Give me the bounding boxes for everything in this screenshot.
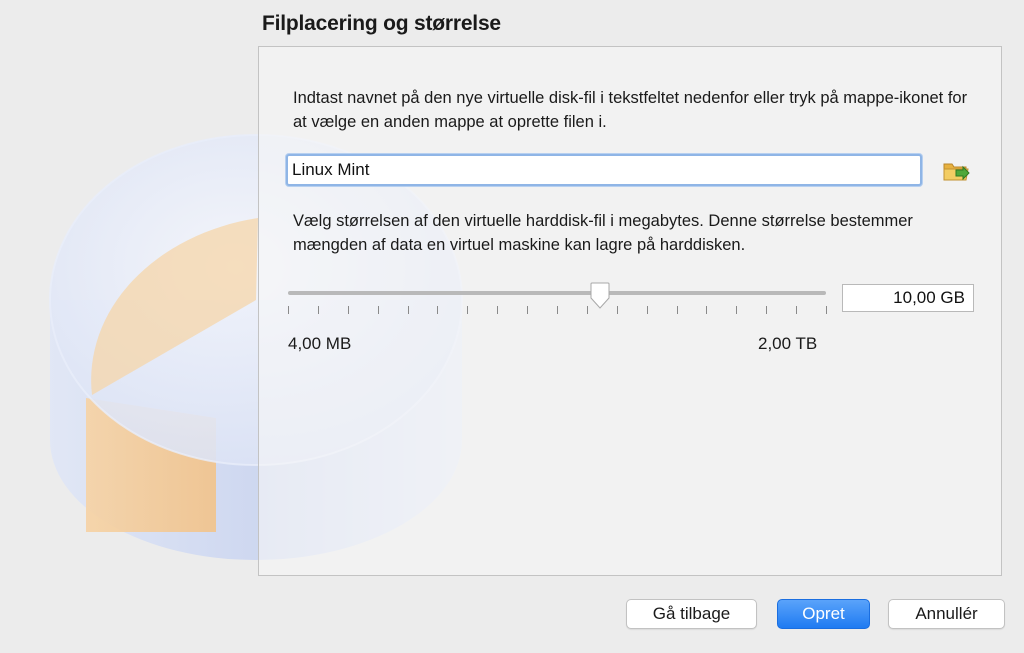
slider-tick: [677, 306, 678, 314]
slider-tick: [408, 306, 409, 314]
slider-tick: [826, 306, 827, 314]
slider-tick: [437, 306, 438, 314]
back-button[interactable]: Gå tilbage: [626, 599, 757, 629]
disk-size-slider[interactable]: [288, 282, 828, 322]
slider-tick: [617, 306, 618, 314]
slider-tick: [348, 306, 349, 314]
create-button[interactable]: Opret: [777, 599, 870, 629]
slider-tick: [766, 306, 767, 314]
slider-tick: [288, 306, 289, 314]
slider-tick: [318, 306, 319, 314]
slider-track[interactable]: [288, 291, 826, 295]
file-name-input[interactable]: [286, 154, 922, 186]
file-location-description: Indtast navnet på den nye virtuelle disk…: [293, 89, 968, 131]
disk-size-description: Vælg størrelsen af den virtuelle harddis…: [293, 212, 913, 254]
slider-tick: [467, 306, 468, 314]
slider-tick: [557, 306, 558, 314]
slider-min-label: 4,00 MB: [288, 334, 352, 353]
choose-folder-button[interactable]: [942, 158, 970, 184]
slider-ticks: [288, 306, 828, 316]
slider-max-label: 2,00 TB: [758, 334, 818, 353]
folder-icon: [943, 163, 970, 181]
slider-tick: [706, 306, 707, 314]
slider-tick: [736, 306, 737, 314]
cancel-button[interactable]: Annullér: [888, 599, 1005, 629]
slider-tick: [497, 306, 498, 314]
slider-thumb[interactable]: [588, 282, 612, 310]
page-title: Filplacering og størrelse: [262, 12, 501, 35]
slider-tick: [796, 306, 797, 314]
slider-tick: [378, 306, 379, 314]
disk-size-value-field[interactable]: 10,00 GB: [842, 284, 974, 312]
slider-tick: [527, 306, 528, 314]
slider-tick: [647, 306, 648, 314]
